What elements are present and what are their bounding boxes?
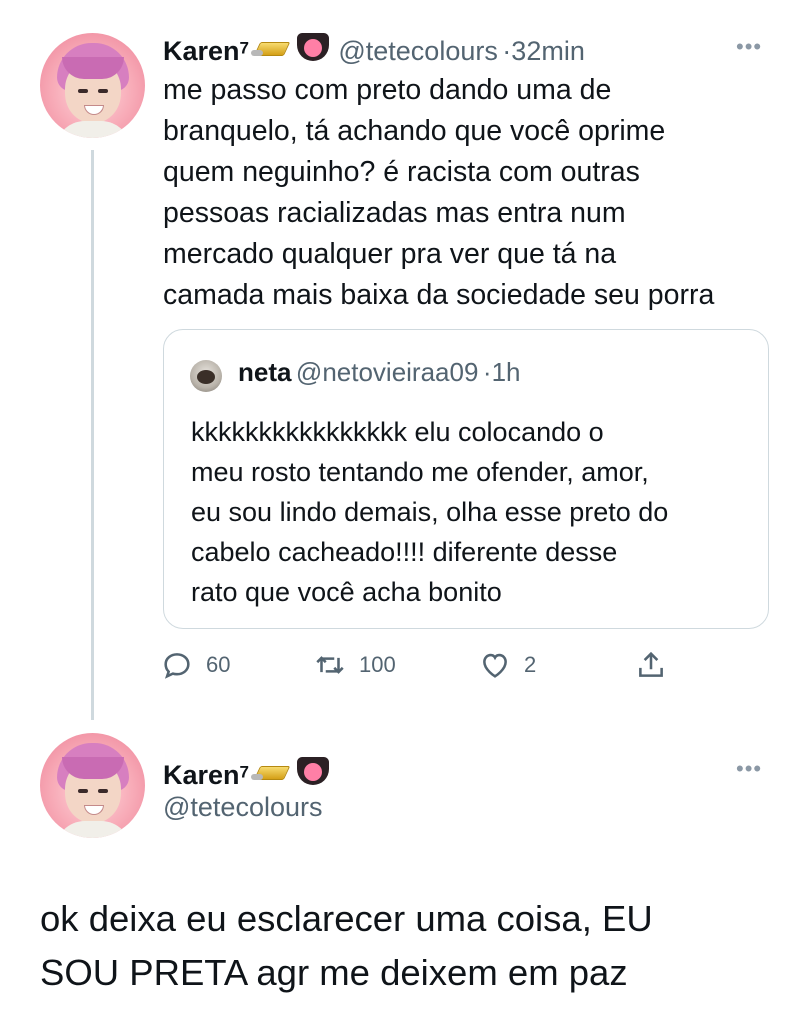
- more-icon[interactable]: •••: [736, 34, 762, 60]
- quoted-tweet-card[interactable]: neta @netovieiraa09 ·1h kkkkkkkkkkkkkkkk…: [163, 329, 769, 629]
- quoted-author-avatar: [190, 360, 222, 392]
- quoted-line: rato que você acha bonito: [191, 577, 502, 607]
- retweet-count: 100: [359, 652, 396, 677]
- quoted-author-handle: @netovieiraa09: [295, 357, 479, 387]
- quoted-header: neta @netovieiraa09 ·1h: [238, 357, 520, 388]
- tweet-line: pessoas racializadas mas entra num: [163, 197, 626, 229]
- quoted-time: 1h: [491, 357, 521, 387]
- author-name[interactable]: Karen: [163, 760, 240, 790]
- quoted-line: meu rosto tentando me ofender, amor,: [191, 457, 649, 487]
- author-handle[interactable]: @tetecolours: [338, 36, 497, 66]
- tongue-emoji: [294, 754, 334, 786]
- tweet2-text: ok deixa eu esclarecer uma coisa, EU SOU…: [40, 892, 800, 1000]
- share-icon: [639, 651, 663, 677]
- author-name[interactable]: Karen: [163, 36, 240, 66]
- author-handle[interactable]: @tetecolours: [163, 792, 322, 823]
- author-avatar[interactable]: [40, 733, 145, 838]
- like-button[interactable]: 2: [478, 648, 536, 682]
- tongue-emoji: [294, 30, 334, 62]
- tweet1-header: Karen7 @tetecolours ·32min: [163, 28, 585, 67]
- gold-bar-emoji: [251, 764, 289, 782]
- tweet1-text: me passo com preto dando uma de branquel…: [163, 70, 783, 316]
- tweet-time[interactable]: 32min: [511, 36, 585, 66]
- reply-count: 60: [206, 652, 231, 677]
- tweet2-header: Karen7: [163, 752, 334, 791]
- meta-separator: ·: [502, 36, 512, 66]
- tweet-line: SOU PRETA agr me deixem em paz: [40, 952, 628, 993]
- quoted-line: cabelo cacheado!!!! diferente desse: [191, 537, 618, 567]
- author-avatar[interactable]: [40, 33, 145, 138]
- tweet-line: quem neguinho? é racista com outras: [163, 156, 640, 188]
- thread-connector-line: [91, 150, 94, 720]
- tweet-line: me passo com preto dando uma de: [163, 74, 612, 106]
- quoted-author-name: neta: [238, 357, 292, 387]
- share-button[interactable]: [634, 648, 668, 682]
- quoted-line: eu sou lindo demais, olha esse preto do: [191, 497, 669, 527]
- author-name-superscript: 7: [239, 762, 249, 782]
- tweet-line: camada mais baixa da sociedade seu porra: [163, 279, 715, 311]
- heart-icon: [483, 653, 507, 678]
- meta-separator: ·: [482, 357, 492, 387]
- retweet-icon: [316, 656, 344, 674]
- gold-bar-emoji: [251, 40, 289, 58]
- quoted-line: kkkkkkkkkkkkkkkk elu colocando o: [191, 417, 604, 447]
- tweet-line: ok deixa eu esclarecer uma coisa, EU: [40, 898, 653, 939]
- like-count: 2: [524, 652, 537, 677]
- reply-icon: [164, 653, 190, 679]
- reply-button[interactable]: 60: [160, 648, 230, 682]
- tweet-line: mercado qualquer pra ver que tá na: [163, 238, 617, 270]
- tweet-line: branquelo, tá achando que você oprime: [163, 115, 666, 147]
- author-name-superscript: 7: [239, 38, 249, 58]
- quoted-text: kkkkkkkkkkkkkkkk elu colocando o meu ros…: [191, 412, 761, 612]
- retweet-button[interactable]: 100: [313, 648, 396, 682]
- more-icon[interactable]: •••: [736, 756, 762, 782]
